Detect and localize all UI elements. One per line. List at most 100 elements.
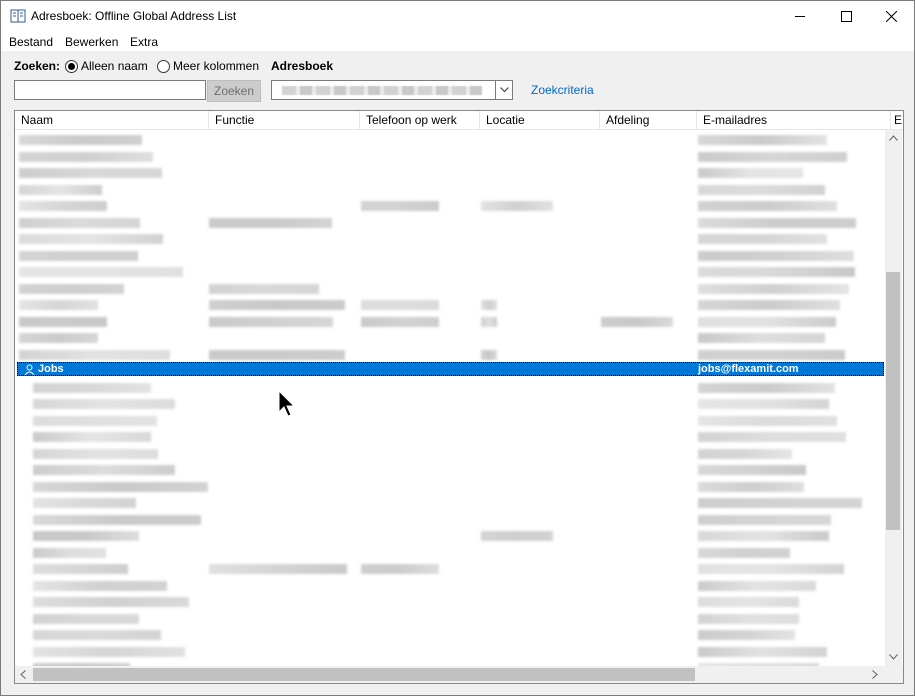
- redacted-cell: [698, 201, 837, 211]
- redacted-cell: [361, 201, 439, 211]
- redacted-cell: [698, 514, 831, 525]
- redacted-cell: [19, 217, 140, 228]
- redacted-cell: [698, 168, 803, 178]
- redacted-cell: [481, 531, 553, 541]
- redacted-cell: [33, 382, 151, 393]
- addressbook-dropdown[interactable]: [271, 80, 513, 100]
- scrollbar-corner: [885, 666, 903, 683]
- redacted-cell: [33, 547, 106, 558]
- maximize-button[interactable]: [823, 1, 869, 31]
- redacted-cell: [209, 349, 345, 360]
- redacted-cell: [33, 481, 208, 492]
- search-button[interactable]: Zoeken: [207, 80, 261, 102]
- search-criteria-link[interactable]: Zoekcriteria: [531, 83, 594, 97]
- redacted-cell: [19, 184, 102, 195]
- redacted-cell: [698, 283, 849, 294]
- redacted-cell: [698, 547, 790, 558]
- redacted-cell: [19, 135, 142, 145]
- redacted-cell: [698, 382, 835, 393]
- list-body[interactable]: Jobs jobs@flexamit.com: [15, 130, 885, 666]
- vertical-scrollbar[interactable]: [885, 130, 902, 666]
- column-header-phone[interactable]: Telefoon op werk: [360, 111, 480, 129]
- column-header-function[interactable]: Functie: [209, 111, 360, 129]
- redacted-cell: [19, 349, 170, 360]
- redacted-cell: [698, 630, 795, 640]
- redacted-cell: [698, 300, 840, 310]
- column-header-location[interactable]: Locatie: [480, 111, 600, 129]
- selected-row-email: jobs@flexamit.com: [698, 363, 799, 375]
- menu-extra[interactable]: Extra: [130, 35, 158, 49]
- redacted-cell: [698, 432, 846, 442]
- redacted-cell: [698, 646, 827, 657]
- redacted-cell: [698, 349, 845, 360]
- redacted-cell: [33, 465, 175, 475]
- radio-more-columns[interactable]: [157, 60, 170, 73]
- redacted-cell: [481, 349, 497, 360]
- menu-bar: Bestand Bewerken Extra: [1, 31, 914, 51]
- radio-more-columns-label[interactable]: Meer kolommen: [173, 59, 259, 73]
- redacted-cell: [19, 300, 98, 310]
- list-header: Naam Functie Telefoon op werk Locatie Af…: [15, 111, 903, 130]
- selected-row[interactable]: Jobs jobs@flexamit.com: [17, 362, 884, 376]
- redacted-cell: [19, 267, 183, 277]
- redacted-cell: [33, 580, 167, 591]
- horizontal-scrollbar[interactable]: [15, 666, 885, 683]
- addressbook-dropdown-value: [282, 86, 482, 95]
- redacted-cell: [481, 300, 497, 310]
- redacted-cell: [698, 333, 825, 343]
- chevron-up-icon[interactable]: [889, 135, 898, 141]
- menu-bewerken[interactable]: Bewerken: [65, 35, 118, 49]
- redacted-cell: [19, 151, 153, 162]
- column-header-more[interactable]: E: [891, 111, 903, 129]
- chevron-left-icon[interactable]: [20, 670, 26, 679]
- addressbook-label: Adresboek: [271, 59, 334, 73]
- redacted-cell: [698, 135, 827, 145]
- redacted-cell: [209, 300, 345, 310]
- dropdown-arrow[interactable]: [495, 81, 512, 99]
- radio-name-only-label[interactable]: Alleen naam: [81, 59, 148, 73]
- title-bar: Adresboek: Offline Global Address List: [1, 1, 914, 31]
- redacted-cell: [698, 597, 799, 607]
- radio-name-only[interactable]: [65, 60, 78, 73]
- redacted-cell: [19, 316, 107, 327]
- selected-row-name: Jobs: [38, 363, 64, 375]
- contacts-list: Naam Functie Telefoon op werk Locatie Af…: [14, 110, 904, 684]
- redacted-cell: [33, 597, 189, 607]
- address-book-window: Adresboek: Offline Global Address List B…: [0, 0, 915, 696]
- redacted-cell: [698, 234, 827, 244]
- close-button[interactable]: [868, 1, 914, 31]
- chevron-down-icon[interactable]: [889, 654, 898, 660]
- redacted-cell: [698, 498, 862, 508]
- redacted-cell: [19, 201, 107, 211]
- column-header-department[interactable]: Afdeling: [600, 111, 697, 129]
- chevron-right-icon[interactable]: [872, 670, 878, 679]
- vertical-scroll-thumb[interactable]: [886, 272, 900, 530]
- redacted-cell: [698, 151, 847, 162]
- redacted-cell: [209, 564, 347, 574]
- redacted-cell: [19, 333, 98, 343]
- redacted-cell: [361, 564, 439, 574]
- column-header-email[interactable]: E-mailadres: [697, 111, 891, 129]
- minimize-icon: [794, 15, 805, 17]
- menu-bestand[interactable]: Bestand: [9, 35, 53, 49]
- redacted-cell: [481, 316, 497, 327]
- redacted-cell: [698, 448, 792, 459]
- minimize-button[interactable]: [777, 1, 823, 31]
- horizontal-scroll-thumb[interactable]: [33, 668, 695, 681]
- redacted-cell: [698, 531, 829, 541]
- mouse-pointer-icon: [278, 390, 296, 417]
- search-label: Zoeken:: [14, 59, 61, 73]
- redacted-cell: [19, 168, 162, 178]
- redacted-cell: [33, 432, 151, 442]
- column-header-name[interactable]: Naam: [15, 111, 209, 129]
- redacted-cell: [601, 316, 673, 327]
- redacted-cell: [209, 283, 319, 294]
- search-input[interactable]: [14, 80, 206, 100]
- contact-icon: [24, 364, 35, 375]
- close-icon: [885, 10, 897, 22]
- redacted-cell: [33, 630, 161, 640]
- redacted-cell: [19, 234, 163, 244]
- redacted-cell: [33, 448, 158, 459]
- redacted-cell: [33, 415, 157, 426]
- redacted-cell: [19, 250, 138, 261]
